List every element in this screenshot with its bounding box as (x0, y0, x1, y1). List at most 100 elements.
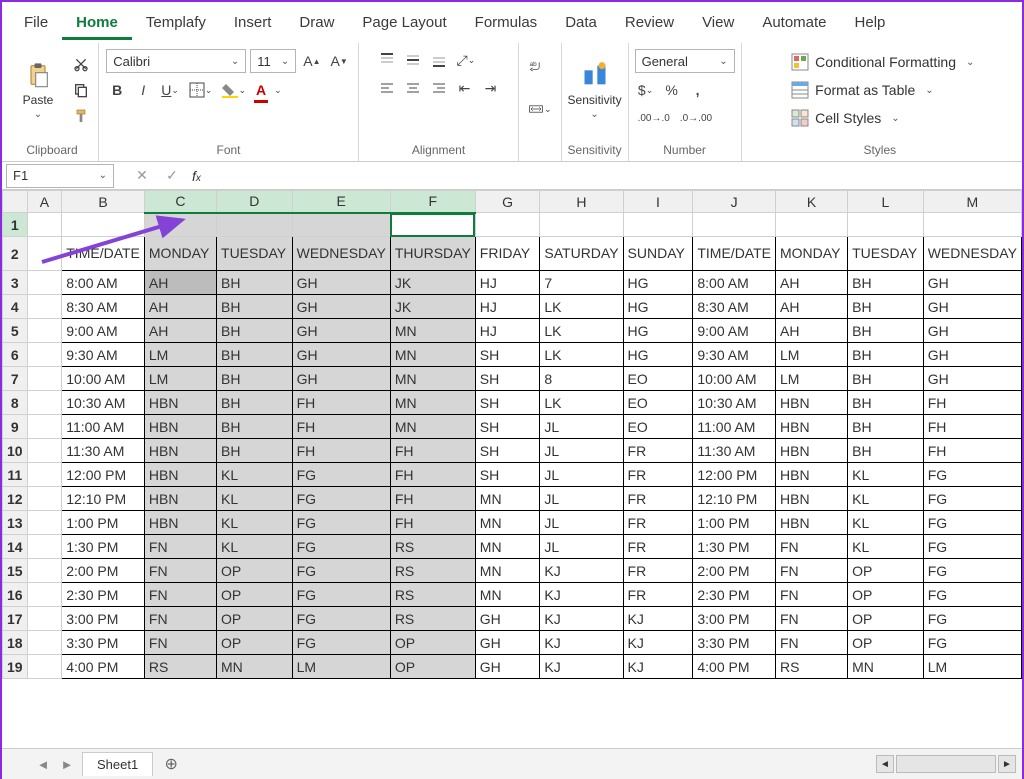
cell[interactable]: OP (217, 583, 293, 607)
cell[interactable] (27, 487, 62, 511)
cell[interactable]: 3:00 PM (62, 607, 145, 631)
cell[interactable]: BH (217, 271, 293, 295)
tab-file[interactable]: File (10, 8, 62, 40)
cell[interactable]: FG (923, 559, 1021, 583)
cell[interactable] (848, 213, 924, 237)
cell[interactable]: FN (776, 535, 848, 559)
cell[interactable]: 8:30 AM (693, 295, 776, 319)
sensitivity-button[interactable]: Sensitivity ⌄ (569, 49, 621, 131)
cell[interactable]: FG (292, 631, 390, 655)
column-header-M[interactable]: M (923, 191, 1021, 213)
cell[interactable]: HJ (475, 295, 540, 319)
cell[interactable]: KL (848, 511, 924, 535)
cell[interactable]: OP (848, 559, 924, 583)
cell[interactable]: HBN (144, 439, 216, 463)
cell[interactable]: BH (848, 439, 924, 463)
bold-button[interactable]: B (106, 79, 128, 101)
cell[interactable]: GH (923, 271, 1021, 295)
increase-decimal-button[interactable]: .00→.0 (635, 107, 673, 129)
format-painter-button[interactable] (70, 105, 92, 127)
cell[interactable]: FR (623, 559, 693, 583)
row-header[interactable]: 12 (3, 487, 28, 511)
cell[interactable]: BH (217, 319, 293, 343)
cell[interactable]: FN (144, 559, 216, 583)
cell[interactable]: LK (540, 391, 623, 415)
enter-formula-button[interactable]: ✓ (162, 167, 182, 184)
cell[interactable]: MN (390, 367, 475, 391)
cell[interactable]: 9:30 AM (693, 343, 776, 367)
cell[interactable]: BH (848, 415, 924, 439)
cell[interactable]: HBN (776, 439, 848, 463)
cell[interactable]: MONDAY (144, 237, 216, 271)
cell[interactable] (144, 213, 216, 237)
cell[interactable]: 11:30 AM (693, 439, 776, 463)
cell[interactable]: FH (292, 439, 390, 463)
column-header-I[interactable]: I (623, 191, 693, 213)
cell[interactable]: FG (292, 607, 390, 631)
cell[interactable]: HJ (475, 271, 540, 295)
cell[interactable]: KL (848, 463, 924, 487)
cell[interactable]: TUESDAY (848, 237, 924, 271)
cell[interactable]: FH (923, 391, 1021, 415)
row-header[interactable]: 7 (3, 367, 28, 391)
row-header[interactable]: 17 (3, 607, 28, 631)
borders-button[interactable]: ⌄ (186, 79, 216, 101)
cell[interactable]: JL (540, 415, 623, 439)
cell[interactable] (27, 583, 62, 607)
cell[interactable] (27, 655, 62, 679)
decrease-decimal-button[interactable]: .0→.00 (677, 107, 715, 129)
cell[interactable]: FG (923, 631, 1021, 655)
cell[interactable]: KL (217, 487, 293, 511)
cell[interactable]: FN (776, 631, 848, 655)
cell[interactable]: GH (292, 295, 390, 319)
column-header-F[interactable]: F (390, 191, 475, 213)
cell[interactable]: FR (623, 511, 693, 535)
cell[interactable]: HBN (144, 463, 216, 487)
cell[interactable]: KJ (540, 655, 623, 679)
cell[interactable]: HBN (776, 415, 848, 439)
row-header[interactable]: 5 (3, 319, 28, 343)
cell[interactable]: SH (475, 463, 540, 487)
cell[interactable]: FG (292, 559, 390, 583)
formula-input[interactable] (211, 165, 1022, 187)
cell[interactable]: HBN (144, 391, 216, 415)
cell[interactable]: LM (144, 343, 216, 367)
cell[interactable] (27, 631, 62, 655)
cell[interactable] (27, 463, 62, 487)
column-header-L[interactable]: L (848, 191, 924, 213)
cell[interactable]: TUESDAY (217, 237, 293, 271)
cell[interactable] (623, 213, 693, 237)
tab-formulas[interactable]: Formulas (461, 8, 552, 40)
cell[interactable]: WEDNESDAY (292, 237, 390, 271)
cell[interactable]: 2:30 PM (693, 583, 776, 607)
cell[interactable]: FH (390, 439, 475, 463)
cell[interactable]: BH (848, 343, 924, 367)
scroll-left-button[interactable]: ◄ (876, 755, 894, 773)
cell[interactable]: RS (390, 583, 475, 607)
add-sheet-button[interactable]: ⊕ (159, 752, 183, 776)
cell[interactable]: LM (144, 367, 216, 391)
row-header[interactable]: 11 (3, 463, 28, 487)
cell[interactable]: AH (776, 295, 848, 319)
cell[interactable]: THURSDAY (390, 237, 475, 271)
merge-button[interactable]: ⌄ (525, 91, 555, 127)
cell[interactable]: FR (623, 535, 693, 559)
cell[interactable]: 4:00 PM (62, 655, 145, 679)
cell[interactable]: OP (848, 631, 924, 655)
underline-button[interactable]: U⌄ (158, 79, 182, 101)
cell[interactable]: SH (475, 367, 540, 391)
number-format-select[interactable]: General⌄ (635, 49, 735, 73)
format-as-table-button[interactable]: Format as Table⌄ (791, 77, 934, 103)
cell[interactable]: GH (475, 607, 540, 631)
cell[interactable]: KL (217, 511, 293, 535)
cell[interactable]: JL (540, 511, 623, 535)
horizontal-scrollbar[interactable]: ◄ ► (876, 755, 1022, 773)
cell[interactable]: JL (540, 439, 623, 463)
cell[interactable]: HG (623, 271, 693, 295)
cell[interactable]: OP (390, 655, 475, 679)
cell[interactable]: MN (475, 535, 540, 559)
cell[interactable]: EO (623, 367, 693, 391)
cell[interactable]: FG (923, 463, 1021, 487)
cell[interactable]: FG (923, 487, 1021, 511)
cell[interactable]: GH (292, 319, 390, 343)
